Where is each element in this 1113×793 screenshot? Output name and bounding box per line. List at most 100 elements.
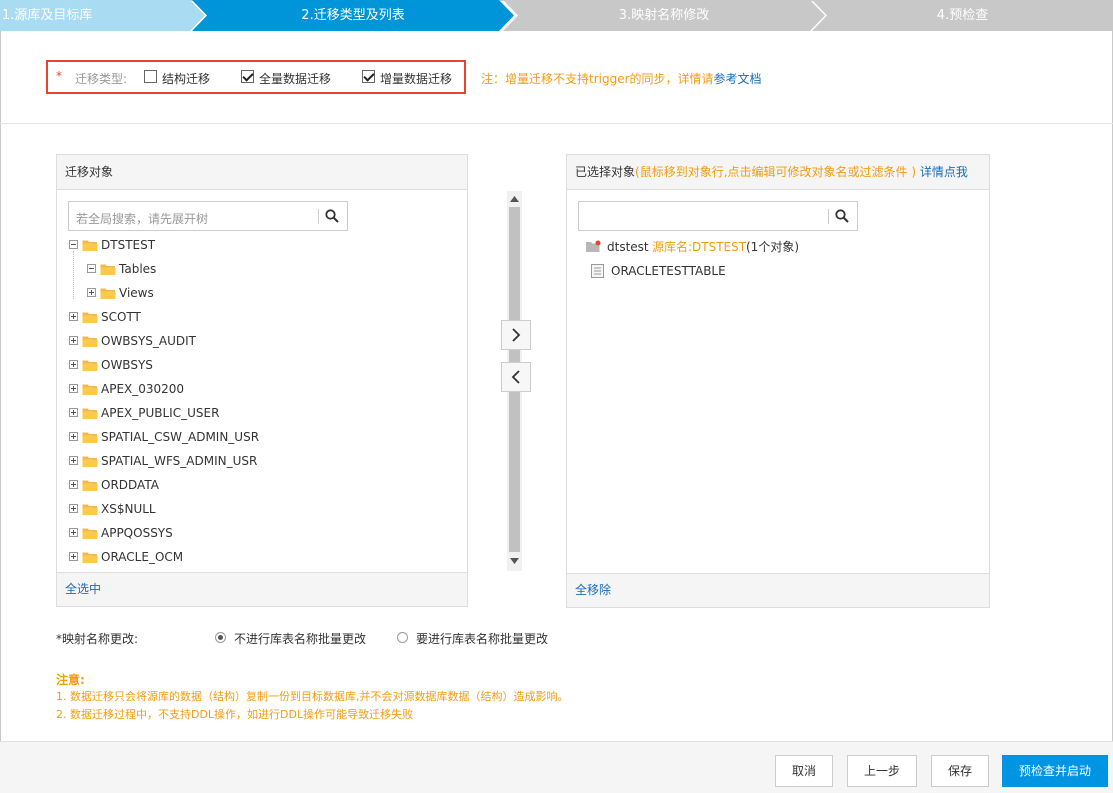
chevron-left-icon	[511, 370, 520, 384]
step-1-label: 1.源库及目标库	[2, 8, 93, 23]
precheck-start-button[interactable]: 预检查并启动	[1002, 755, 1108, 787]
expand-icon[interactable]	[69, 456, 78, 465]
notes-line-1: 1. 数据迁移只会将源库的数据（结构）复制一份到目标数据库,并不会对源数据库数据…	[56, 690, 569, 703]
tree-node-label: SCOTT	[101, 310, 141, 324]
search-icon[interactable]	[325, 209, 339, 226]
search-separator	[828, 209, 829, 224]
no-rename-radio[interactable]	[215, 632, 226, 643]
rename-radio[interactable]	[397, 632, 408, 643]
tree-node-label: APEX_PUBLIC_USER	[101, 406, 220, 420]
expand-icon[interactable]	[69, 360, 78, 369]
migration-type-label: 迁移类型:	[75, 72, 128, 86]
expand-icon[interactable]	[69, 432, 78, 441]
tree-node-label: APPQOSSYS	[101, 526, 173, 540]
scroll-up-icon[interactable]	[510, 196, 519, 202]
expand-icon[interactable]	[87, 288, 96, 297]
tree-node-label: SPATIAL_WFS_ADMIN_USR	[101, 454, 258, 468]
prev-step-button[interactable]: 上一步	[847, 755, 917, 787]
structure-migration-label[interactable]: 结构迁移	[162, 70, 210, 87]
select-all-link[interactable]: 全选中	[65, 582, 101, 596]
full-data-migration-checkbox[interactable]	[241, 70, 254, 83]
step-2[interactable]: 2.迁移类型及列表	[192, 0, 514, 31]
move-right-button[interactable]	[501, 320, 531, 350]
footer-bar: 取消 上一步 保存 预检查并启动	[0, 741, 1113, 793]
selected-objects-panel: 已选择对象(鼠标移到对象行,点击编辑可修改对象名或过滤条件 ) 详情点我 dts…	[566, 154, 990, 608]
reference-doc-link[interactable]: 参考文档	[714, 72, 762, 86]
step-3-label: 3.映射名称修改	[618, 8, 710, 23]
collapse-icon[interactable]	[69, 240, 78, 249]
incremental-note-text: 注：增量迁移不支持trigger的同步，详情请	[481, 72, 714, 86]
folder-icon	[82, 336, 98, 347]
folder-icon	[82, 552, 98, 563]
expand-icon[interactable]	[69, 336, 78, 345]
expand-icon[interactable]	[69, 384, 78, 393]
expand-icon[interactable]	[69, 552, 78, 561]
expand-icon[interactable]	[69, 408, 78, 417]
folder-icon	[82, 480, 98, 491]
chevron-right-icon	[512, 328, 521, 342]
search-icon[interactable]	[835, 209, 849, 226]
tree-node-label: Views	[119, 286, 154, 300]
folder-icon	[82, 312, 98, 323]
notes-line-2: 2. 数据迁移过程中，不支持DDL操作，如进行DDL操作可能导致迁移失败	[56, 708, 414, 721]
selected-db-source: 源库名:DTSTEST	[652, 240, 747, 254]
tree-node-label: DTSTEST	[101, 238, 156, 252]
tree-node-label: Tables	[119, 262, 157, 276]
selected-search-box[interactable]	[578, 201, 858, 231]
tree-node-label: ORDDATA	[101, 478, 159, 492]
required-mark: *	[56, 69, 62, 83]
table-icon	[591, 264, 604, 278]
folder-icon	[82, 408, 98, 419]
selected-db-count: (1个对象)	[746, 240, 799, 254]
structure-migration-checkbox[interactable]	[144, 70, 157, 83]
notes-title: 注意:	[56, 673, 85, 687]
incremental-migration-label[interactable]: 增量数据迁移	[380, 70, 452, 87]
save-button[interactable]: 保存	[931, 755, 989, 787]
wizard-steps: 1.源库及目标库 2.迁移类型及列表 3.映射名称修改 4.预检查	[0, 0, 1113, 31]
expand-icon[interactable]	[69, 480, 78, 489]
folder-icon	[82, 528, 98, 539]
collapse-icon[interactable]	[87, 264, 96, 273]
tree-node-label: OWBSYS	[101, 358, 153, 372]
source-panel-title: 迁移对象	[57, 155, 467, 190]
tree-node-label: ORACLE_OCM	[101, 550, 184, 564]
step-2-label: 2.迁移类型及列表	[301, 8, 405, 23]
selected-db-name: dtstest	[607, 240, 649, 254]
move-left-button[interactable]	[501, 362, 531, 392]
folder-icon	[82, 384, 98, 395]
full-data-migration-label[interactable]: 全量数据迁移	[259, 70, 331, 87]
tree-connector	[73, 251, 74, 299]
folder-icon	[100, 264, 116, 275]
tree-node-label: XS$NULL	[101, 502, 156, 516]
incremental-migration-checkbox[interactable]	[362, 70, 375, 83]
mapping-label: *映射名称更改:	[56, 632, 139, 646]
folder-icon	[82, 456, 98, 467]
details-link[interactable]: 详情点我	[920, 165, 968, 179]
cancel-button[interactable]: 取消	[775, 755, 833, 787]
step-1[interactable]: 1.源库及目标库	[0, 0, 205, 31]
divider	[0, 123, 1113, 124]
folder-icon	[82, 360, 98, 371]
expand-icon[interactable]	[69, 528, 78, 537]
tree-node-label: SPATIAL_CSW_ADMIN_USR	[101, 430, 260, 444]
expand-icon[interactable]	[69, 504, 78, 513]
selected-panel-header: 已选择对象(鼠标移到对象行,点击编辑可修改对象名或过滤条件 ) 详情点我	[567, 155, 989, 190]
folder-icon	[82, 504, 98, 515]
selected-panel-hint: (鼠标移到对象行,点击编辑可修改对象名或过滤条件 )	[635, 165, 917, 179]
tree-node-label: APEX_030200	[101, 382, 185, 396]
database-folder-icon	[586, 240, 601, 252]
no-rename-label[interactable]: 不进行库表名称批量更改	[234, 630, 366, 647]
rename-label[interactable]: 要进行库表名称批量更改	[416, 630, 548, 647]
scroll-down-icon[interactable]	[510, 558, 519, 564]
search-separator	[318, 209, 319, 224]
expand-icon[interactable]	[69, 312, 78, 321]
step-4-label: 4.预检查	[936, 8, 989, 23]
remove-all-link[interactable]: 全移除	[575, 583, 611, 597]
source-search-box[interactable]: 若全局搜索，请先展开树	[68, 201, 348, 231]
source-objects-panel: 迁移对象 若全局搜索，请先展开树 DTSTEST Tables Views SCOTT…	[56, 154, 522, 607]
step-4[interactable]: 4.预检查	[812, 0, 1113, 31]
folder-icon	[82, 240, 98, 251]
step-3[interactable]: 3.映射名称修改	[503, 0, 825, 31]
folder-icon	[82, 432, 98, 443]
selected-panel-title: 已选择对象	[575, 165, 636, 179]
